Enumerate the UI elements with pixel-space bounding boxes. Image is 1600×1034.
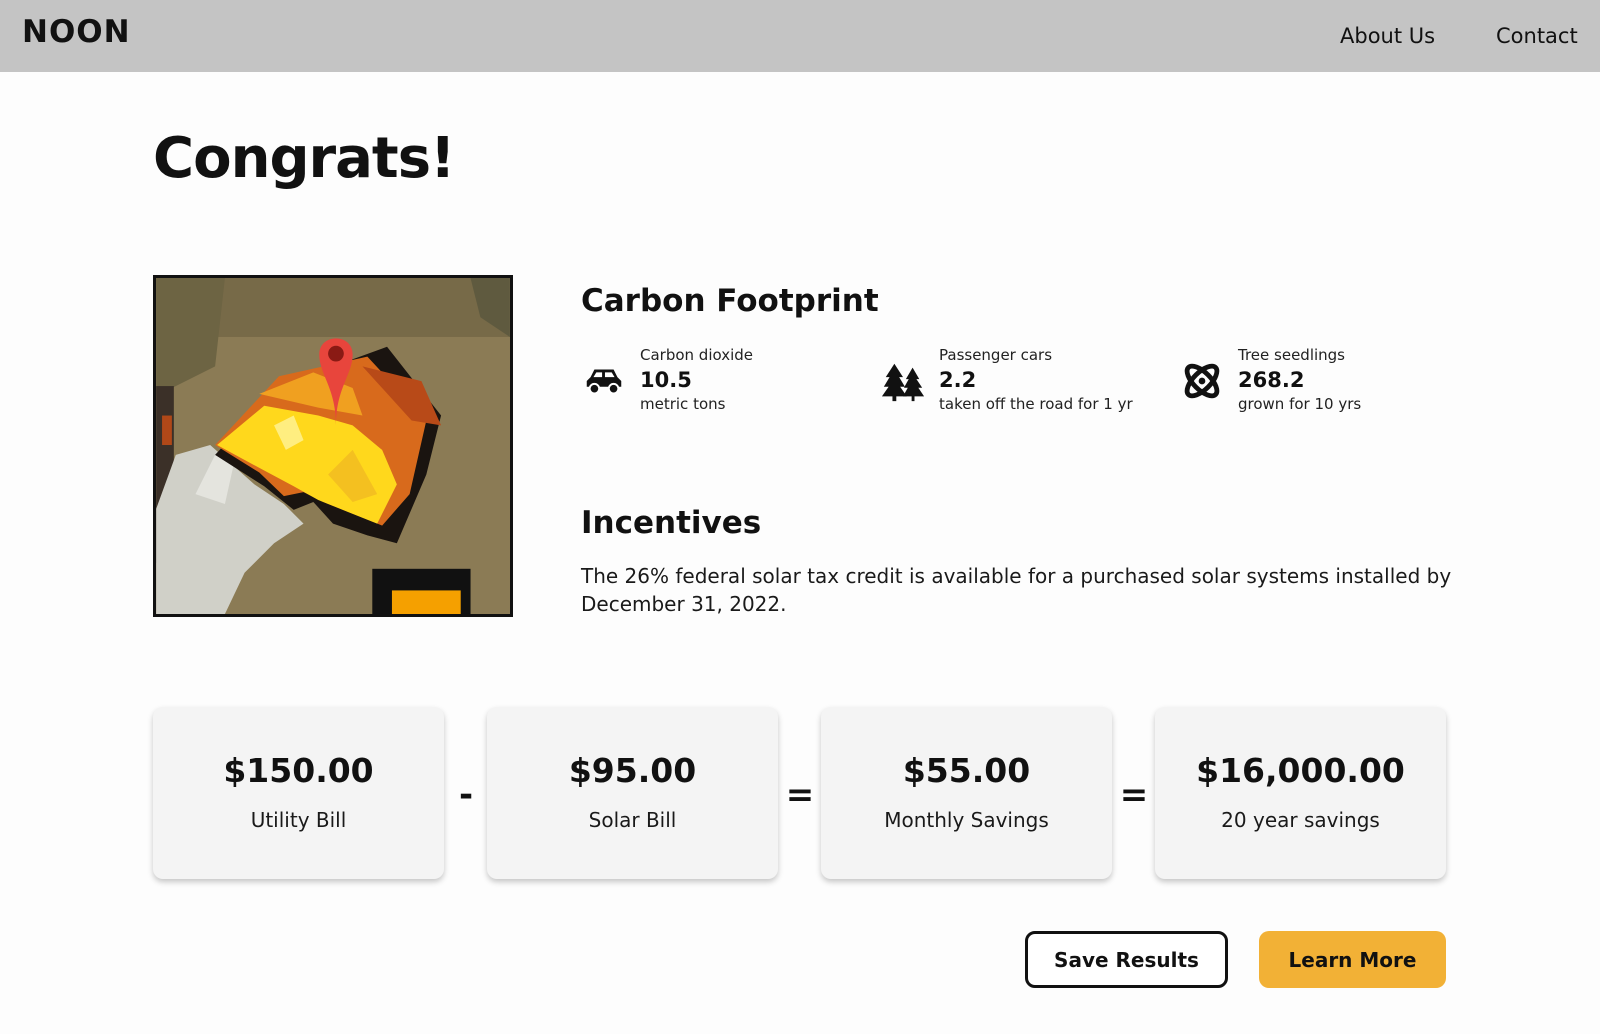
card-amount: $16,000.00 bbox=[1196, 751, 1405, 790]
card-label: Monthly Savings bbox=[884, 808, 1049, 832]
nav-about-us-link[interactable]: About Us bbox=[1340, 24, 1435, 48]
utility-bill-card: $150.00 Utility Bill bbox=[153, 707, 444, 879]
metric-description: taken off the road for 1 yr bbox=[939, 395, 1133, 413]
nav-contact-link[interactable]: Contact bbox=[1496, 24, 1578, 48]
passenger-cars-metric: Passenger cars 2.2 taken off the road fo… bbox=[880, 344, 1170, 424]
atom-icon bbox=[1179, 358, 1225, 404]
roof-solar-heatmap-image bbox=[153, 275, 513, 617]
metric-value: 10.5 bbox=[640, 368, 692, 392]
monthly-savings-card: $55.00 Monthly Savings bbox=[821, 707, 1112, 879]
metric-value: 268.2 bbox=[1238, 368, 1305, 392]
card-label: 20 year savings bbox=[1221, 808, 1380, 832]
metric-description: metric tons bbox=[640, 395, 726, 413]
metric-label: Tree seedlings bbox=[1238, 346, 1345, 364]
incentives-title: Incentives bbox=[581, 505, 762, 541]
page-title: Congrats! bbox=[153, 126, 456, 191]
minus-operator: - bbox=[458, 775, 474, 815]
carbon-footprint-title: Carbon Footprint bbox=[581, 283, 879, 319]
learn-more-button[interactable]: Learn More bbox=[1259, 931, 1446, 988]
equals-operator: = bbox=[785, 775, 815, 815]
car-icon bbox=[581, 358, 627, 404]
metric-label: Passenger cars bbox=[939, 346, 1053, 364]
noon-logo[interactable]: NOON bbox=[22, 14, 131, 50]
incentives-description: The 26% federal solar tax credit is avai… bbox=[581, 564, 1452, 616]
card-amount: $150.00 bbox=[223, 751, 374, 790]
top-navigation-bar: NOON About Us Contact bbox=[0, 0, 1600, 72]
metric-value: 2.2 bbox=[939, 368, 977, 392]
solar-bill-card: $95.00 Solar Bill bbox=[487, 707, 778, 879]
card-amount: $95.00 bbox=[568, 751, 697, 790]
metric-label: Carbon dioxide bbox=[640, 346, 754, 364]
twenty-year-savings-card: $16,000.00 20 year savings bbox=[1155, 707, 1446, 879]
card-label: Utility Bill bbox=[250, 808, 347, 832]
equals-operator: = bbox=[1119, 775, 1149, 815]
tree-seedlings-metric: Tree seedlings 268.2 grown for 10 yrs bbox=[1179, 344, 1469, 424]
card-label: Solar Bill bbox=[588, 808, 677, 832]
metric-description: grown for 10 yrs bbox=[1238, 395, 1362, 413]
save-results-button[interactable]: Save Results bbox=[1025, 931, 1228, 988]
trees-icon bbox=[880, 358, 926, 404]
card-amount: $55.00 bbox=[902, 751, 1031, 790]
satellite-roof-graphic bbox=[156, 278, 510, 614]
carbon-dioxide-metric: Carbon dioxide 10.5 metric tons bbox=[581, 344, 871, 424]
